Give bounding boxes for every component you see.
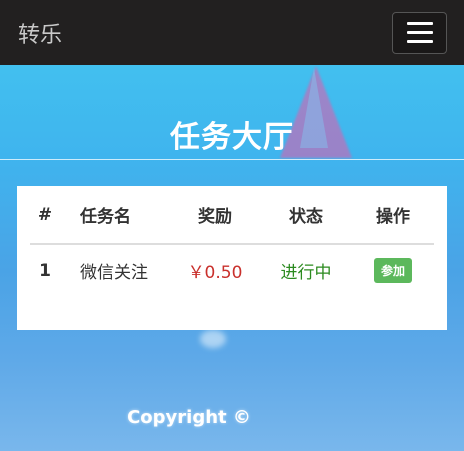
- brand-logo-link[interactable]: 转乐: [18, 17, 62, 49]
- task-table: # 任务名 奖励 状态 操作 1 微信关注 ￥0.50 进行中 参加: [30, 186, 434, 296]
- title-divider: [0, 159, 464, 160]
- header-status: 状态: [289, 207, 323, 227]
- row-task-name: 微信关注: [80, 263, 148, 283]
- header-reward: 奖励: [198, 207, 232, 227]
- row-index: 1: [39, 260, 51, 281]
- header-action: 操作: [376, 207, 410, 227]
- footer-copyright: Copyright ©: [127, 407, 251, 428]
- table-header-row: # 任务名 奖励 状态 操作: [30, 186, 434, 244]
- task-table-card: # 任务名 奖励 状态 操作 1 微信关注 ￥0.50 进行中 参加: [17, 186, 447, 330]
- top-navbar: 转乐: [0, 0, 464, 65]
- row-status: 进行中: [280, 263, 332, 283]
- hamburger-menu-icon-bar: [406, 31, 433, 34]
- table-row: 1 微信关注 ￥0.50 进行中 参加: [30, 244, 434, 296]
- join-task-button[interactable]: 参加: [373, 258, 412, 283]
- page-title: 任务大厅: [170, 120, 294, 155]
- row-action-cell: 参加: [352, 244, 434, 296]
- hamburger-menu-icon-bar: [406, 40, 433, 43]
- menu-toggle-button[interactable]: [392, 11, 447, 54]
- row-reward: ￥0.50: [187, 263, 243, 283]
- background-cloud-decoration: [200, 330, 226, 348]
- header-index: #: [37, 204, 53, 225]
- hamburger-menu-icon: [406, 22, 433, 25]
- header-task-name: 任务名: [80, 207, 131, 227]
